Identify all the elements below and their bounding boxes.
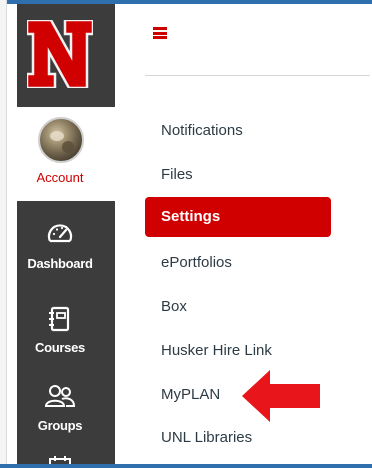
course-nav-box[interactable]: Box (161, 298, 187, 315)
course-nav-unl-libraries[interactable]: UNL Libraries (161, 429, 252, 446)
bottom-border (0, 464, 372, 468)
global-nav-groups[interactable]: Groups (17, 376, 115, 446)
account-label: Account (36, 170, 84, 185)
global-nav-account[interactable]: Account (17, 107, 115, 201)
red-arrow-icon (242, 370, 320, 422)
dashboard-gauge-icon (17, 222, 103, 244)
courses-book-icon (17, 306, 103, 332)
groups-label: Groups (37, 418, 83, 433)
course-nav-notifications[interactable]: Notifications (161, 122, 243, 139)
course-nav-files[interactable]: Files (161, 166, 193, 183)
global-nav-courses[interactable]: Courses (17, 298, 115, 368)
courses-label: Courses (35, 340, 85, 355)
hamburger-menu-icon[interactable] (153, 27, 167, 39)
course-nav-myplan[interactable]: MyPLAN (161, 386, 220, 403)
nebraska-n-logo-icon (27, 20, 93, 88)
global-nav-dashboard[interactable]: Dashboard (17, 214, 115, 284)
dashboard-label: Dashboard (27, 256, 93, 271)
course-nav-husker-hire-link[interactable]: Husker Hire Link (161, 342, 272, 359)
logo-link[interactable] (17, 4, 115, 107)
groups-people-icon (17, 384, 103, 408)
window-left-edge (0, 0, 7, 468)
avatar[interactable] (38, 117, 84, 163)
header-divider (145, 75, 370, 76)
course-nav-eportfolios[interactable]: ePortfolios (161, 254, 232, 271)
course-nav-settings[interactable]: Settings (145, 197, 331, 237)
